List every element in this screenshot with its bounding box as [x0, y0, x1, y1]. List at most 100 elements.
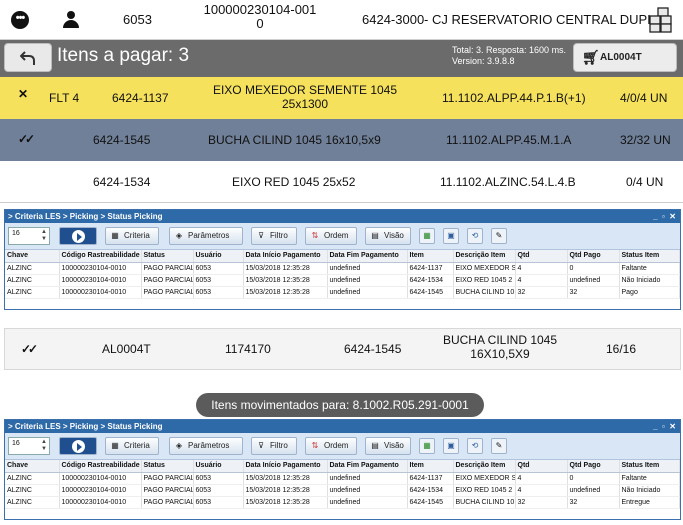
col-status[interactable]: Status: [141, 250, 194, 263]
cart-button[interactable]: 🛒︎ AL0004T: [573, 43, 677, 72]
table-row[interactable]: ALZINC 100000230104-0010 PAGO PARCIAL 6053 1…: [5, 484, 680, 497]
table-cell: Faltante: [619, 262, 680, 275]
col-usuario[interactable]: Usuário: [193, 460, 244, 473]
col-status-item[interactable]: Status Item: [619, 250, 680, 263]
run-button[interactable]: [59, 227, 97, 245]
table-cell: Faltante: [619, 472, 680, 485]
col-chave[interactable]: Chave: [5, 460, 60, 473]
moved-item-row[interactable]: ✓✓ AL0004T 1174170 6424-1545 BUCHA CILIN…: [4, 328, 681, 370]
item-description: EIXO MEXEDOR SEMENTE 1045 25x1300: [205, 83, 405, 111]
panel-toolbar: 16 ▲ ▼ ▦ Criteria ◈ Parâmetros ⊽ Filtro ⇅ Ord…: [5, 433, 680, 460]
col-data-fim[interactable]: Data Fim Pagamento: [327, 250, 408, 263]
table-cell: 15/03/2018 12:35:28: [243, 484, 328, 497]
table-cell: 4: [515, 484, 568, 497]
table-row[interactable]: ALZINC 100000230104-0010 PAGO PARCIAL 6053 1…: [5, 472, 680, 485]
save-icon[interactable]: ▣: [443, 228, 459, 244]
table-cell: EIXO MEXEDOR S: [453, 472, 516, 485]
more-dots-icon[interactable]: •••: [11, 11, 29, 29]
col-chave[interactable]: Chave: [5, 250, 60, 263]
settings-icon[interactable]: ✎: [491, 228, 507, 244]
picking-table: Chave Código Rastreabilidade Status Usuá…: [5, 460, 680, 509]
filtro-button[interactable]: ⊽ Filtro: [251, 437, 297, 455]
boxes-icon[interactable]: [648, 6, 674, 34]
sort-icon: ⇅: [311, 231, 319, 240]
visao-button[interactable]: ▤ Visão: [365, 437, 411, 455]
table-cell: undefined: [327, 472, 408, 485]
parametros-button[interactable]: ◈ Parâmetros: [169, 227, 243, 245]
col-codigo[interactable]: Código Rastreabilidade: [59, 250, 142, 263]
table-cell: 100000230104-0010: [59, 262, 142, 275]
criteria-button[interactable]: ▦ Criteria: [105, 437, 159, 455]
save-icon[interactable]: ▣: [443, 438, 459, 454]
table-cell: 100000230104-0010: [59, 484, 142, 497]
col-qtd[interactable]: Qtd: [515, 250, 568, 263]
location-label: - CJ RESERVATORIO CENTRAL DUPLO: [424, 12, 665, 27]
col-item[interactable]: Item: [407, 250, 454, 263]
visao-label: Visão: [384, 231, 404, 240]
col-data-inicio[interactable]: Data Início Pagamento: [243, 460, 328, 473]
col-qtd-pago[interactable]: Qtd Pago: [567, 250, 620, 263]
table-cell: Entregue: [619, 496, 680, 509]
window-controls[interactable]: _ ▫ ✕: [653, 420, 676, 433]
visao-label: Visão: [384, 441, 404, 450]
table-cell: ALZINC: [5, 496, 60, 509]
tag-icon: ◈: [175, 231, 183, 240]
table-cell: PAGO PARCIAL: [141, 274, 194, 287]
cart-icon: 🛒︎: [582, 49, 600, 65]
excel-icon[interactable]: ▦: [419, 228, 435, 244]
ordem-button[interactable]: ⇅ Ordem: [305, 227, 357, 245]
table-cell: 6424-1534: [407, 274, 454, 287]
col-descricao[interactable]: Descrição Item: [453, 250, 516, 263]
back-button[interactable]: [4, 43, 52, 72]
table-cell: EIXO MEXEDOR S: [453, 262, 516, 275]
item-number: 1174170: [225, 342, 271, 356]
refresh-icon[interactable]: ⟲: [467, 228, 483, 244]
item-row[interactable]: ✓✓ 6424-1545 BUCHA CILIND 1045 16x10,5x9…: [0, 119, 683, 161]
col-item[interactable]: Item: [407, 460, 454, 473]
col-qtd[interactable]: Qtd: [515, 460, 568, 473]
table-row[interactable]: ALZINC 100000230104-0010 PAGO PARCIAL 6053 1…: [5, 496, 680, 509]
table-cell: ALZINC: [5, 286, 60, 299]
panel-toolbar: 16 ▲ ▼ ▦ Criteria ◈ Parâmetros ⊽ Filtro ⇅ Ord…: [5, 223, 680, 250]
table-cell: PAGO PARCIAL: [141, 472, 194, 485]
table-cell: EIXO RED 1045 2: [453, 484, 516, 497]
table-cell: 32: [567, 496, 620, 509]
run-button[interactable]: [59, 437, 97, 455]
table-row[interactable]: ALZINC 100000230104-0010 PAGO PARCIAL 6053 1…: [5, 262, 680, 275]
table-row[interactable]: ALZINC 100000230104-0010 PAGO PARCIAL 6053 1…: [5, 286, 680, 299]
filtro-button[interactable]: ⊽ Filtro: [251, 227, 297, 245]
item-desc-line1: EIXO MEXEDOR SEMENTE 1045: [212, 83, 398, 97]
col-descricao[interactable]: Descrição Item: [453, 460, 516, 473]
filter-icon: ⊽: [258, 231, 264, 240]
table-row[interactable]: ALZINC 100000230104-0010 PAGO PARCIAL 6053 1…: [5, 274, 680, 287]
table-cell: 15/03/2018 12:35:28: [243, 274, 328, 287]
window-controls[interactable]: _ ▫ ✕: [653, 210, 676, 223]
table-cell: PAGO PARCIAL: [141, 262, 194, 275]
item-description: BUCHA CILIND 1045 16x10,5x9: [208, 133, 381, 147]
parametros-button[interactable]: ◈ Parâmetros: [169, 437, 243, 455]
settings-icon[interactable]: ✎: [491, 438, 507, 454]
col-qtd-pago[interactable]: Qtd Pago: [567, 460, 620, 473]
table-cell: 6424-1545: [407, 286, 454, 299]
parametros-label: Parâmetros: [188, 441, 230, 450]
grid-icon: ▦: [111, 231, 119, 240]
ordem-label: Ordem: [324, 231, 349, 240]
refresh-icon[interactable]: ⟲: [467, 438, 483, 454]
col-status-item[interactable]: Status Item: [619, 460, 680, 473]
table-cell: 6053: [193, 484, 244, 497]
criteria-button[interactable]: ▦ Criteria: [105, 227, 159, 245]
item-row[interactable]: 6424-1534 EIXO RED 1045 25x52 11.1102.AL…: [0, 161, 683, 203]
col-data-inicio[interactable]: Data Início Pagamento: [243, 250, 328, 263]
visao-button[interactable]: ▤ Visão: [365, 227, 411, 245]
item-code: 6424-1545: [344, 342, 402, 356]
col-usuario[interactable]: Usuário: [193, 250, 244, 263]
page-size-spinner[interactable]: 16 ▲ ▼: [8, 227, 50, 245]
ordem-button[interactable]: ⇅ Ordem: [305, 437, 357, 455]
item-row[interactable]: ✕ FLT 4 6424-1137 EIXO MEXEDOR SEMENTE 1…: [0, 77, 683, 119]
col-codigo[interactable]: Código Rastreabilidade: [59, 460, 142, 473]
excel-icon[interactable]: ▦: [419, 438, 435, 454]
col-status[interactable]: Status: [141, 460, 194, 473]
filtro-label: Filtro: [270, 441, 288, 450]
col-data-fim[interactable]: Data Fim Pagamento: [327, 460, 408, 473]
page-size-spinner[interactable]: 16 ▲ ▼: [8, 437, 50, 455]
